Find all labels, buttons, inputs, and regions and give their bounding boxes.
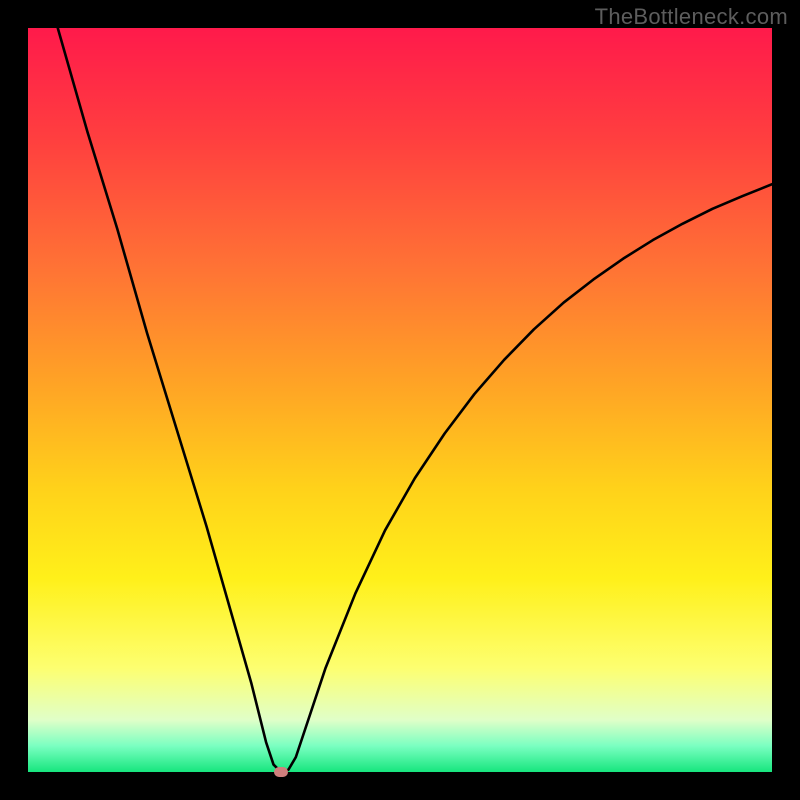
- chart-frame: TheBottleneck.com: [0, 0, 800, 800]
- plot-area: [28, 28, 772, 772]
- minimum-marker: [274, 767, 288, 777]
- chart-svg: [28, 28, 772, 772]
- gradient-background: [28, 28, 772, 772]
- watermark-text: TheBottleneck.com: [595, 4, 788, 30]
